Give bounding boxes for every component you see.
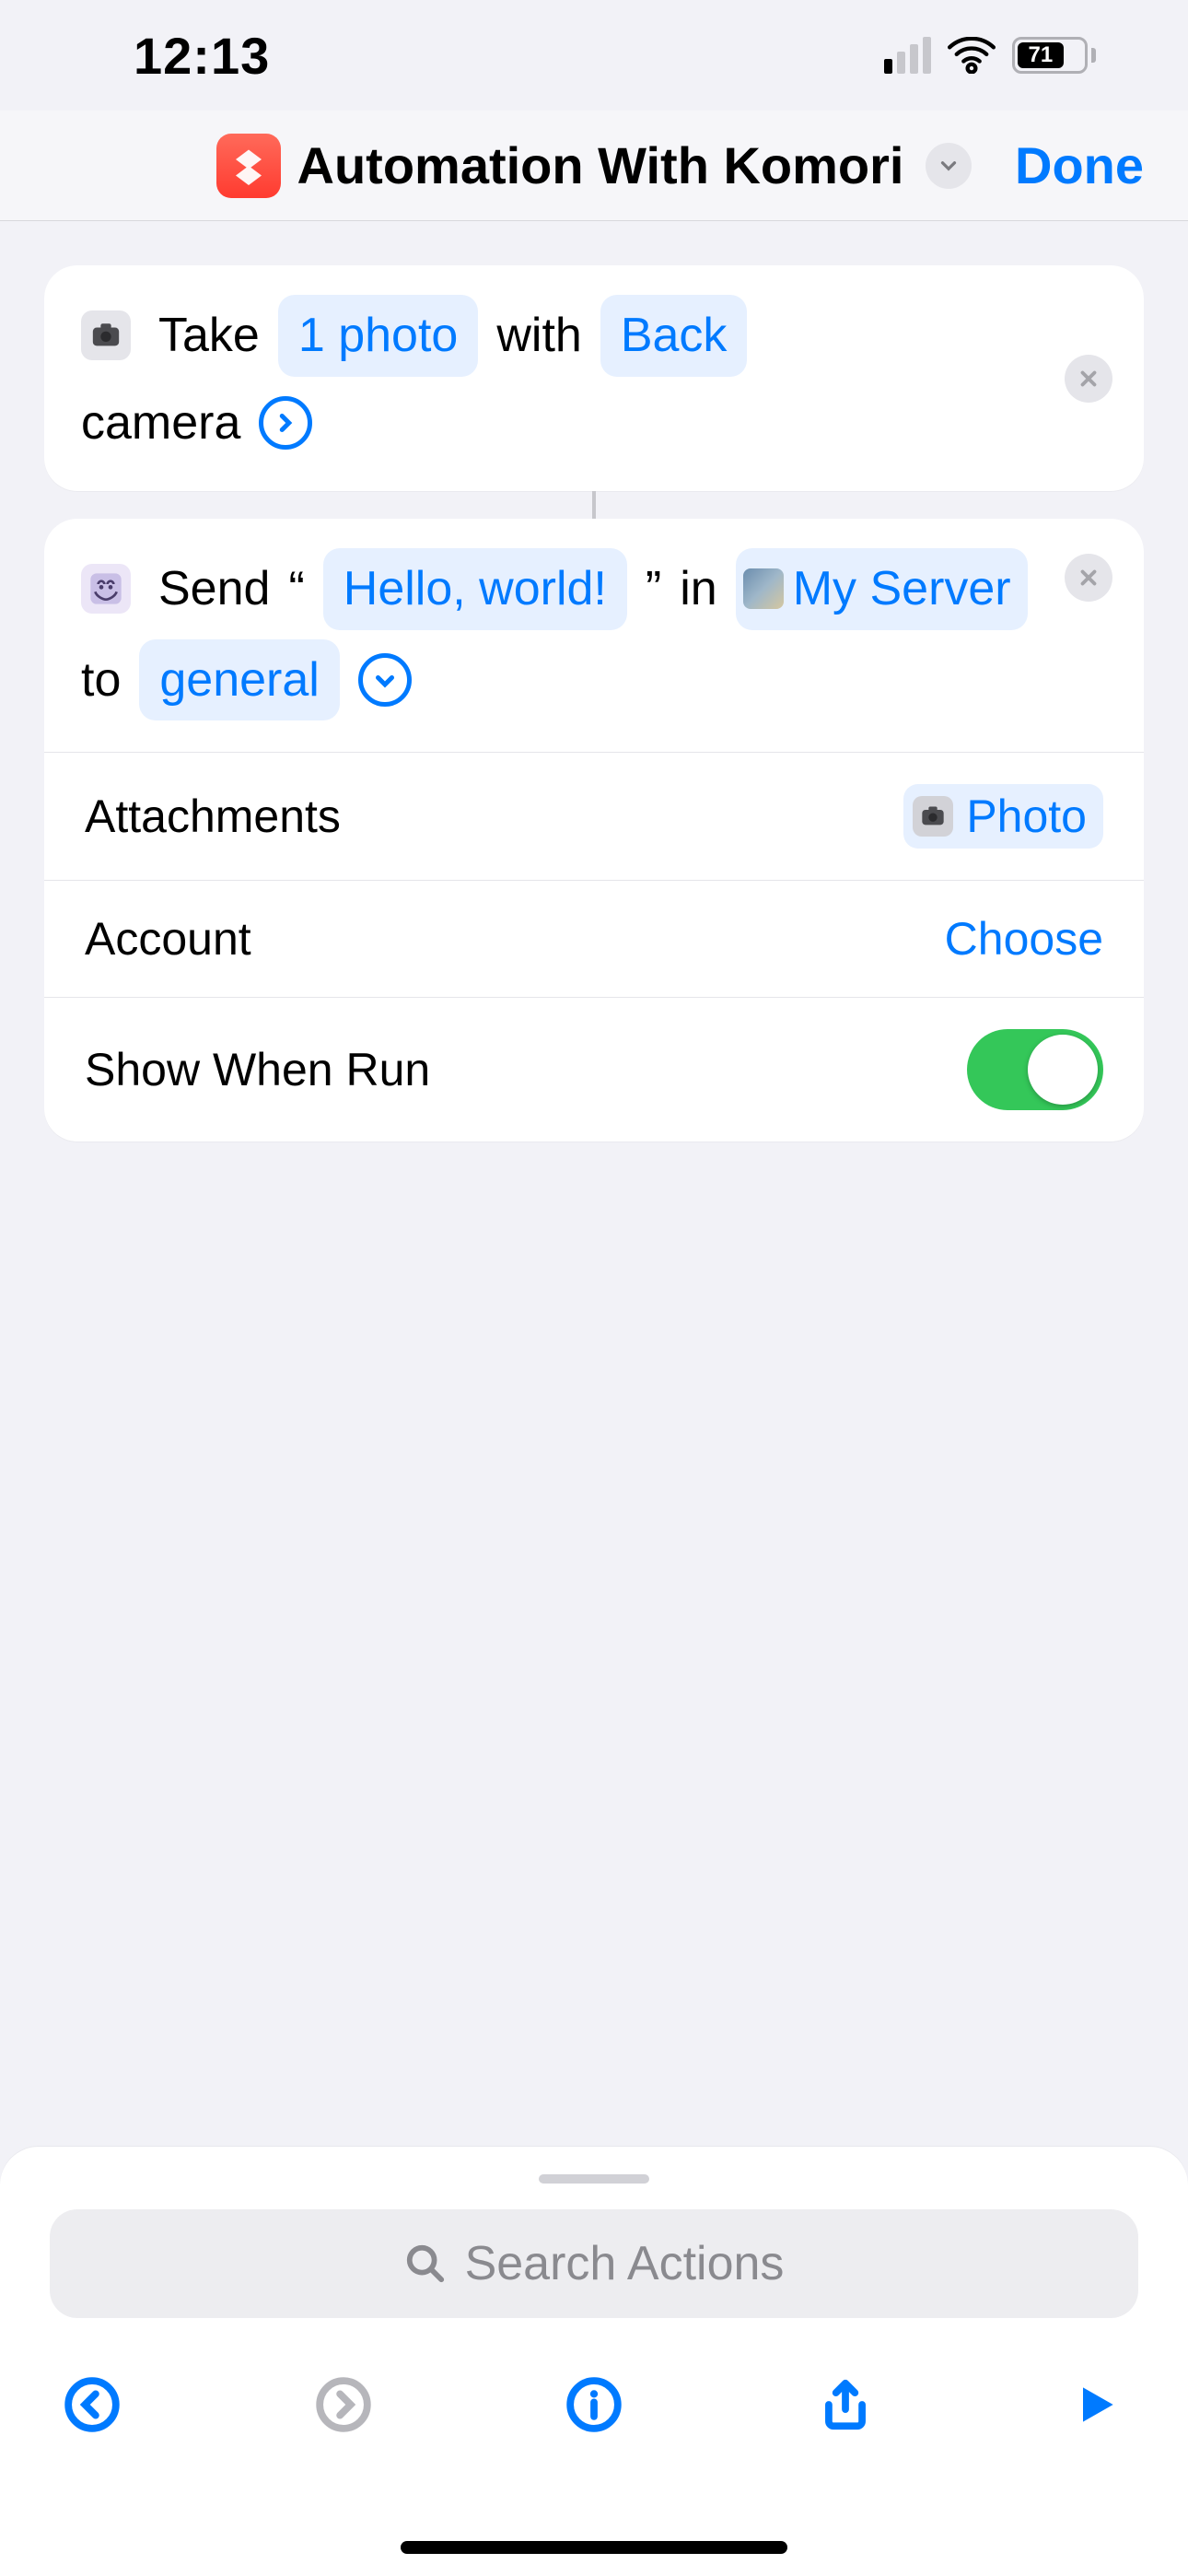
attachments-label: Attachments [85, 790, 341, 843]
shortcut-app-icon [216, 134, 281, 198]
actions-sheet[interactable]: Search Actions [0, 2147, 1188, 2576]
quote-close: ” [646, 552, 661, 626]
run-button[interactable] [1063, 2371, 1129, 2438]
editor-toolbar [50, 2371, 1138, 2438]
battery-icon: 71 [1012, 37, 1096, 74]
editor-canvas: Take 1 photo with Back camera [0, 221, 1188, 1213]
search-placeholder: Search Actions [465, 2236, 785, 2291]
nav-title-group[interactable]: Automation With Komori [216, 134, 973, 198]
camera-icon [913, 796, 953, 837]
komori-app-icon [81, 564, 131, 614]
search-actions-field[interactable]: Search Actions [50, 2209, 1138, 2318]
share-button[interactable] [812, 2371, 879, 2438]
wifi-icon [948, 37, 996, 74]
connector-line [592, 491, 596, 519]
param-attachments[interactable]: Attachments Photo [44, 752, 1144, 880]
nav-bar: Automation With Komori Done [0, 111, 1188, 221]
account-label: Account [85, 912, 251, 966]
server-thumbnail-icon [743, 568, 784, 609]
home-indicator[interactable] [401, 2541, 787, 2554]
expand-params-button[interactable] [259, 396, 312, 450]
attachments-value[interactable]: Photo [903, 784, 1103, 849]
attachments-value-text: Photo [966, 790, 1087, 843]
shortcut-title: Automation With Komori [297, 135, 904, 195]
undo-button[interactable] [59, 2371, 125, 2438]
text-in: in [680, 552, 716, 626]
text-take: Take [158, 299, 260, 373]
status-time: 12:13 [134, 26, 270, 86]
redo-button[interactable] [310, 2371, 377, 2438]
param-server-label: My Server [793, 552, 1011, 626]
param-server[interactable]: My Server [736, 548, 1028, 630]
text-with: with [496, 299, 581, 373]
action-params: Attachments Photo Account Choose Show Wh… [44, 752, 1144, 1142]
show-when-run-toggle[interactable] [967, 1029, 1103, 1110]
param-channel[interactable]: general [139, 639, 339, 721]
action-send-message[interactable]: Send “ Hello, world! ” in My Server to g… [44, 519, 1144, 1142]
status-bar: 12:13 71 [0, 0, 1188, 111]
text-send: Send [158, 552, 270, 626]
search-icon [404, 2242, 447, 2285]
done-button[interactable]: Done [1015, 111, 1144, 220]
remove-action-button[interactable] [1065, 554, 1112, 602]
title-chevron-icon[interactable] [926, 143, 972, 189]
quote-open: “ [288, 552, 304, 626]
text-camera: camera [81, 386, 240, 461]
param-show-when-run: Show When Run [44, 997, 1144, 1142]
param-account[interactable]: Account Choose [44, 880, 1144, 997]
show-when-run-label: Show When Run [85, 1043, 430, 1096]
cellular-signal-icon [884, 37, 931, 74]
param-message-text[interactable]: Hello, world! [323, 548, 627, 630]
sheet-grabber[interactable] [539, 2174, 649, 2184]
param-photo-count[interactable]: 1 photo [278, 295, 479, 377]
camera-app-icon [81, 310, 131, 360]
account-value[interactable]: Choose [945, 912, 1103, 966]
info-button[interactable] [561, 2371, 627, 2438]
param-camera-side[interactable]: Back [600, 295, 748, 377]
collapse-params-button[interactable] [358, 653, 412, 707]
status-indicators: 71 [884, 37, 1096, 74]
remove-action-button[interactable] [1065, 355, 1112, 403]
text-to: to [81, 643, 121, 718]
action-take-photo[interactable]: Take 1 photo with Back camera [44, 265, 1144, 491]
